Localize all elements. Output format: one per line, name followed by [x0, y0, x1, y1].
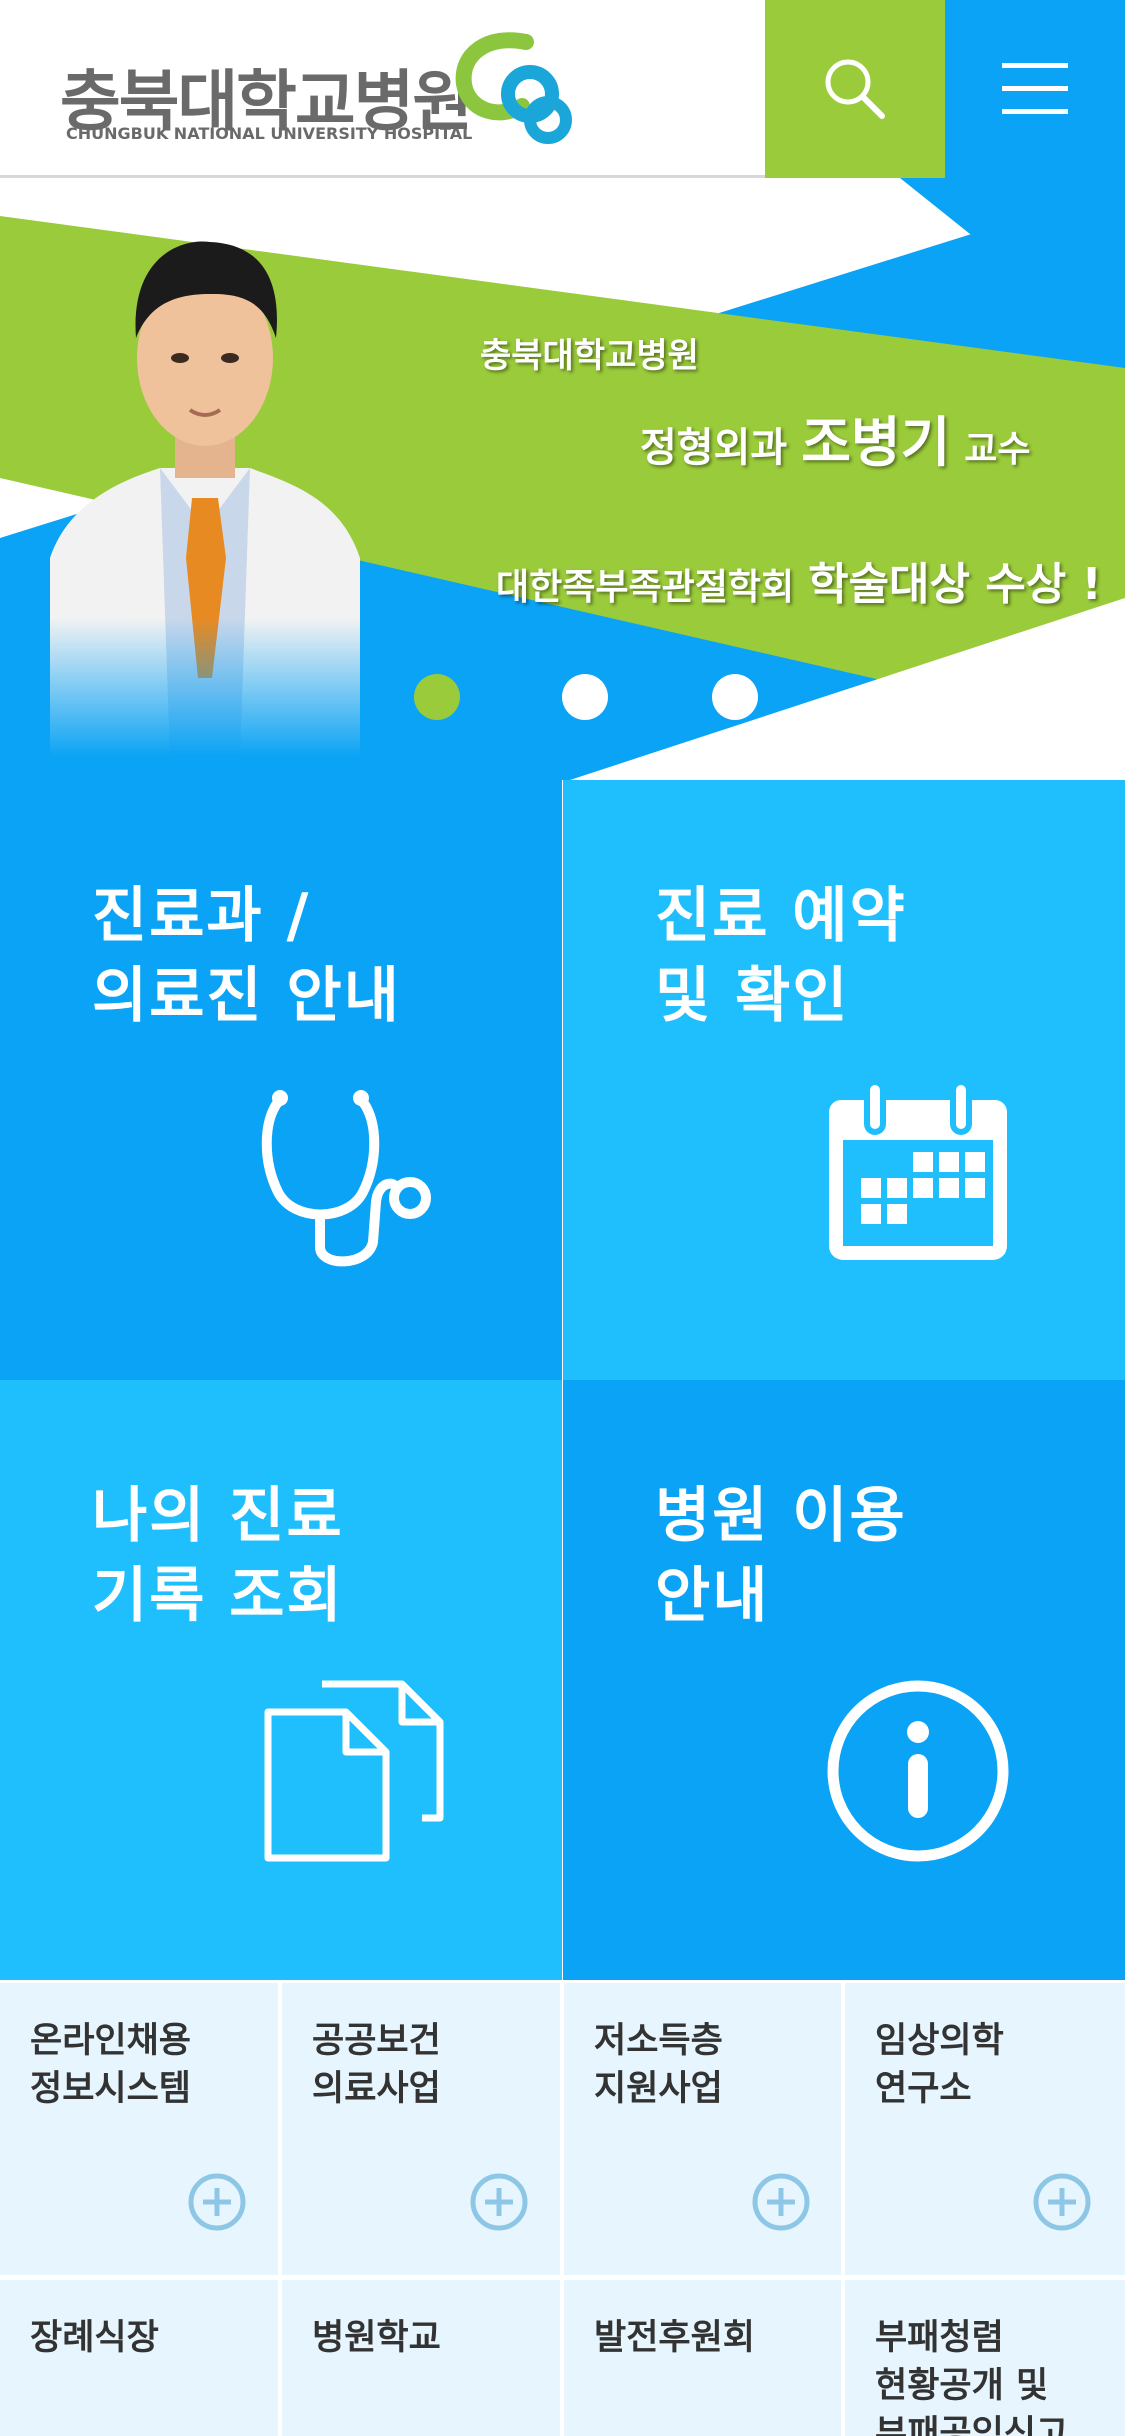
documents-icon: [264, 1680, 444, 1862]
header: 충북대학교병원 CHUNGBUK NATIONAL UNIVERSITY HOS…: [0, 0, 1125, 178]
banner-award-line: 대한족부족관절학회 학술대상 수상 !: [496, 548, 1102, 612]
search-button[interactable]: [765, 0, 945, 178]
quick-link-label: 공공보건 의료사업: [312, 2021, 441, 2109]
cbnuh-logo-mark-icon: [455, 32, 572, 144]
quick-link-low-income-support[interactable]: 저소득층 지원사업: [564, 1983, 841, 2275]
quick-link-funeral-hall[interactable]: 장례식장: [0, 2280, 278, 2436]
search-icon: [825, 59, 885, 119]
tile-label: 병원 이용 안내: [655, 1481, 907, 1631]
banner-award-org: 대한족부족관절학회: [496, 567, 795, 608]
quick-link-hospital-school[interactable]: 병원학교: [282, 2280, 560, 2436]
quick-link-public-health[interactable]: 공공보건 의료사업: [282, 1983, 560, 2275]
banner-doctor-title: 교수: [964, 429, 1031, 470]
hamburger-menu-icon: [1002, 63, 1068, 114]
tile-label: 진료 예약 및 확인: [655, 881, 907, 1031]
plus-circle-icon: [188, 2173, 246, 2231]
quick-link-label: 부패청렴 현황공개 및 부패공익신고: [875, 2318, 1069, 2436]
tile-hospital-guide[interactable]: 병원 이용 안내: [563, 1380, 1125, 1980]
doctor-portrait: [50, 241, 360, 758]
menu-button[interactable]: [945, 0, 1125, 178]
quick-link-label: 장례식장: [30, 2318, 159, 2358]
tile-appointment[interactable]: 진료 예약 및 확인: [563, 780, 1125, 1380]
slide-dot-3[interactable]: [712, 674, 758, 720]
tile-label: 진료과 / 의료진 안내: [92, 881, 401, 1031]
plus-circle-icon: [752, 2173, 810, 2231]
promo-banner[interactable]: 충북대학교병원 정형외과 조병기 교수 대한족부족관절학회 학술대상 수상 !: [0, 178, 1125, 780]
banner-dept: 정형외과: [640, 425, 788, 471]
quick-link-label: 임상의학 연구소: [875, 2021, 1004, 2109]
quick-link-label: 발전후원회: [594, 2318, 756, 2358]
quick-link-clinical-research[interactable]: 임상의학 연구소: [845, 1983, 1125, 2275]
plus-circle-icon: [1033, 2173, 1091, 2231]
quick-link-development-fund[interactable]: 발전후원회: [564, 2280, 841, 2436]
plus-circle-icon: [470, 2173, 528, 2231]
slide-dot-1[interactable]: [414, 674, 460, 720]
calendar-icon: [829, 1079, 1007, 1260]
quick-link-online-recruitment[interactable]: 온라인채용 정보시스템: [0, 1983, 278, 2275]
quick-link-label: 저소득층 지원사업: [594, 2021, 723, 2109]
logo-subtext: CHUNGBUK NATIONAL UNIVERSITY HOSPITAL: [66, 124, 473, 143]
quick-link-label: 병원학교: [312, 2318, 441, 2358]
tile-label: 나의 진료 기록 조회: [92, 1481, 344, 1631]
stethoscope-icon: [261, 1090, 431, 1267]
banner-hospital-name: 충북대학교병원: [480, 336, 699, 376]
tile-departments-doctors[interactable]: 진료과 / 의료진 안내: [0, 780, 562, 1380]
quick-link-label: 온라인채용 정보시스템: [30, 2021, 192, 2109]
hospital-logo[interactable]: 충북대학교병원 CHUNGBUK NATIONAL UNIVERSITY HOS…: [60, 20, 580, 150]
banner-doctor-line: 정형외과 조병기 교수: [640, 398, 1031, 477]
banner-award: 학술대상 수상 !: [808, 559, 1102, 610]
banner-doctor-name: 조병기: [801, 411, 951, 474]
tile-my-records[interactable]: 나의 진료 기록 조회: [0, 1380, 562, 1980]
info-icon: [827, 1680, 1009, 1862]
slide-dot-2[interactable]: [562, 674, 608, 720]
quick-link-anti-corruption[interactable]: 부패청렴 현황공개 및 부패공익신고: [845, 2280, 1125, 2436]
